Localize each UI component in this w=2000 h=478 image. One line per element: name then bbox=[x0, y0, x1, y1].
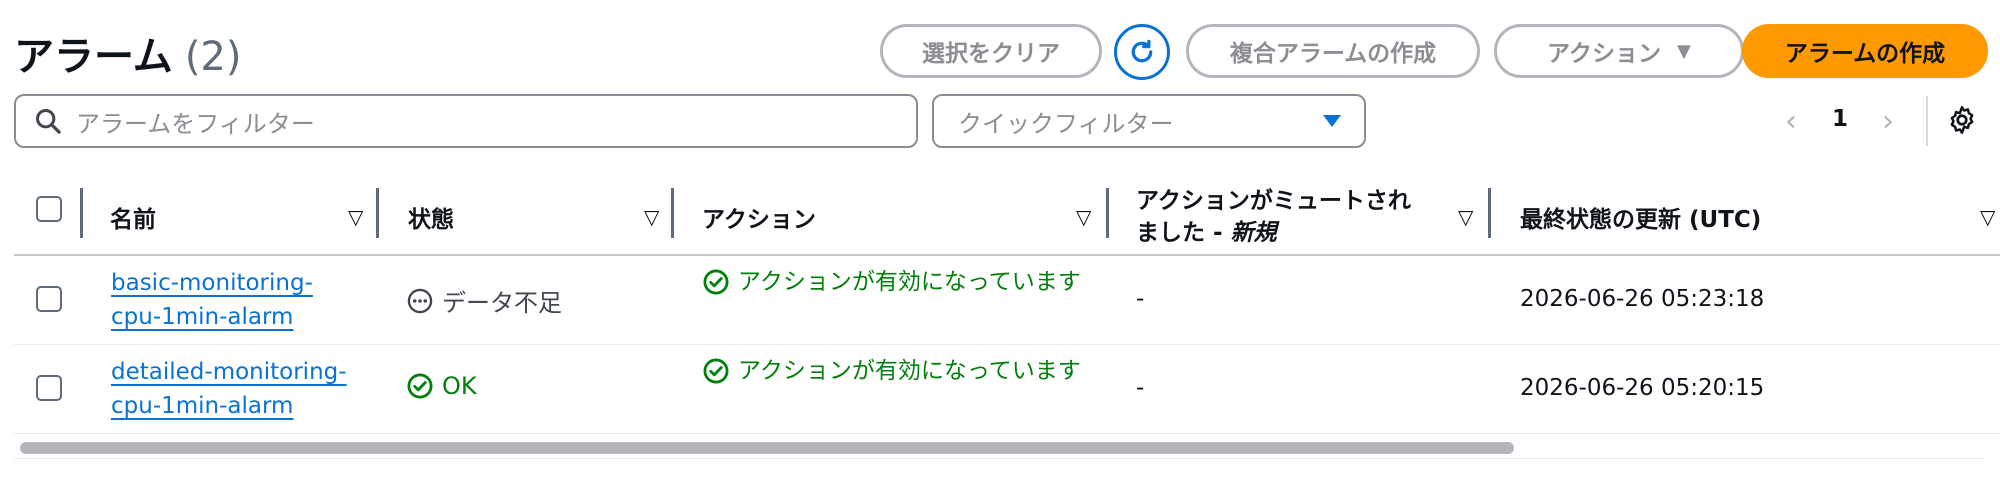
insufficient-data-icon bbox=[407, 288, 433, 313]
horizontal-scrollbar[interactable] bbox=[14, 440, 1984, 456]
search-icon bbox=[35, 108, 61, 134]
alarm-name-line2[interactable]: cpu-1min-alarm bbox=[111, 389, 361, 423]
create-composite-alarm-label: 複合アラームの作成 bbox=[1229, 41, 1437, 67]
new-badge-text: 新規 bbox=[1230, 220, 1277, 246]
pagination-previous-icon[interactable]: ‹ bbox=[1785, 104, 1797, 139]
action-status: アクションが有効になっています bbox=[702, 266, 1092, 299]
table-row[interactable]: detailed-monitoring- cpu-1min-alarm OK ア… bbox=[14, 345, 2000, 434]
column-header-updated-label: 最終状態の更新 (UTC) bbox=[1520, 207, 1762, 233]
sort-icon[interactable]: ▽ bbox=[1980, 205, 1995, 229]
column-divider bbox=[80, 188, 83, 238]
select-all-checkbox[interactable] bbox=[36, 196, 62, 222]
table-header: 名前 ▽ 状態 ▽ アクション ▽ アクションがミュートされ ました - 新規 … bbox=[14, 180, 2000, 256]
pagination-divider bbox=[1926, 96, 1928, 146]
actions-dropdown-label: アクション bbox=[1547, 41, 1661, 67]
action-status: アクションが有効になっています bbox=[702, 355, 1092, 388]
status-text: OK bbox=[442, 372, 477, 400]
alarm-name-line2[interactable]: cpu-1min-alarm bbox=[111, 300, 361, 334]
success-check-icon bbox=[703, 358, 729, 384]
quick-filter-placeholder: クイックフィルター bbox=[958, 109, 1174, 138]
pagination-page-number[interactable]: 1 bbox=[1832, 106, 1848, 132]
create-alarm-label: アラームの作成 bbox=[1784, 41, 1946, 67]
page-title-text: アラーム bbox=[14, 34, 173, 80]
row-checkbox[interactable] bbox=[36, 286, 62, 312]
refresh-icon bbox=[1131, 39, 1153, 63]
sort-icon[interactable]: ▽ bbox=[348, 205, 363, 229]
muted-value: - bbox=[1136, 375, 1145, 401]
quick-filter-select[interactable]: クイックフィルター bbox=[932, 94, 1366, 148]
column-header-actions-label: アクション bbox=[702, 207, 816, 233]
caret-down-icon bbox=[1323, 115, 1341, 127]
alarm-filter-placeholder: アラームをフィルター bbox=[76, 109, 315, 138]
create-composite-alarm-button[interactable]: 複合アラームの作成 bbox=[1186, 24, 1480, 78]
status-badge: OK bbox=[406, 372, 477, 400]
actions-dropdown[interactable]: アクション ▼ bbox=[1494, 24, 1744, 78]
alarm-name-line1[interactable]: basic-monitoring- bbox=[111, 266, 361, 300]
alarm-name-link[interactable]: detailed-monitoring- cpu-1min-alarm bbox=[111, 355, 361, 423]
alarm-count: (2) bbox=[184, 34, 242, 80]
table-bottom-divider bbox=[14, 458, 1984, 459]
create-alarm-button[interactable]: アラームの作成 bbox=[1742, 24, 1988, 78]
ok-icon bbox=[407, 373, 433, 399]
table-row[interactable]: basic-monitoring- cpu-1min-alarm データ不足 ア… bbox=[14, 256, 2000, 345]
sort-icon[interactable]: ▽ bbox=[1076, 205, 1091, 229]
column-header-updated[interactable]: 最終状態の更新 (UTC) ▽ bbox=[1520, 180, 2000, 254]
alarm-name-line1[interactable]: detailed-monitoring- bbox=[111, 355, 361, 389]
alarm-name-link[interactable]: basic-monitoring- cpu-1min-alarm bbox=[111, 266, 361, 334]
sort-icon[interactable]: ▽ bbox=[1458, 205, 1473, 229]
column-header-name-label: 名前 bbox=[110, 207, 156, 233]
refresh-button[interactable] bbox=[1114, 24, 1170, 80]
muted-value: - bbox=[1136, 286, 1145, 312]
pagination-next-icon[interactable]: › bbox=[1882, 104, 1894, 139]
row-checkbox[interactable] bbox=[36, 375, 62, 401]
table-preferences-button[interactable] bbox=[1946, 104, 1978, 140]
clear-selection-label: 選択をクリア bbox=[922, 41, 1060, 67]
gear-icon bbox=[1950, 106, 1974, 134]
last-updated-value: 2026-06-26 05:20:15 bbox=[1520, 375, 1765, 401]
column-header-name[interactable]: 名前 ▽ bbox=[110, 180, 380, 254]
column-header-muted[interactable]: アクションがミュートされ ました - 新規 ▽ bbox=[1136, 180, 1496, 254]
column-divider bbox=[671, 188, 674, 238]
column-header-actions[interactable]: アクション ▽ bbox=[702, 180, 1112, 254]
success-check-icon bbox=[703, 269, 729, 295]
caret-down-icon: ▼ bbox=[1677, 40, 1691, 62]
scrollbar-thumb[interactable] bbox=[20, 442, 1514, 454]
column-header-muted-label: アクションがミュートされ ました - 新規 bbox=[1136, 185, 1411, 249]
column-header-muted-line2: ました - bbox=[1136, 220, 1231, 246]
clear-selection-button[interactable]: 選択をクリア bbox=[880, 24, 1102, 78]
status-text: データ不足 bbox=[442, 289, 562, 317]
action-status-text: アクションが有効になっています bbox=[738, 358, 1081, 384]
last-updated-value: 2026-06-26 05:23:18 bbox=[1520, 286, 1765, 312]
column-header-state[interactable]: 状態 ▽ bbox=[408, 180, 678, 254]
column-divider bbox=[1106, 188, 1109, 238]
status-badge: データ不足 bbox=[406, 283, 562, 318]
sort-icon[interactable]: ▽ bbox=[644, 205, 659, 229]
column-divider bbox=[1488, 188, 1491, 238]
column-header-state-label: 状態 bbox=[408, 207, 454, 233]
column-divider bbox=[376, 188, 379, 238]
column-header-muted-line1: アクションがミュートされ bbox=[1136, 188, 1411, 214]
alarm-filter-input[interactable]: アラームをフィルター bbox=[14, 94, 918, 148]
action-status-text: アクションが有効になっています bbox=[738, 269, 1081, 295]
page-title: アラーム (2) bbox=[14, 24, 241, 80]
